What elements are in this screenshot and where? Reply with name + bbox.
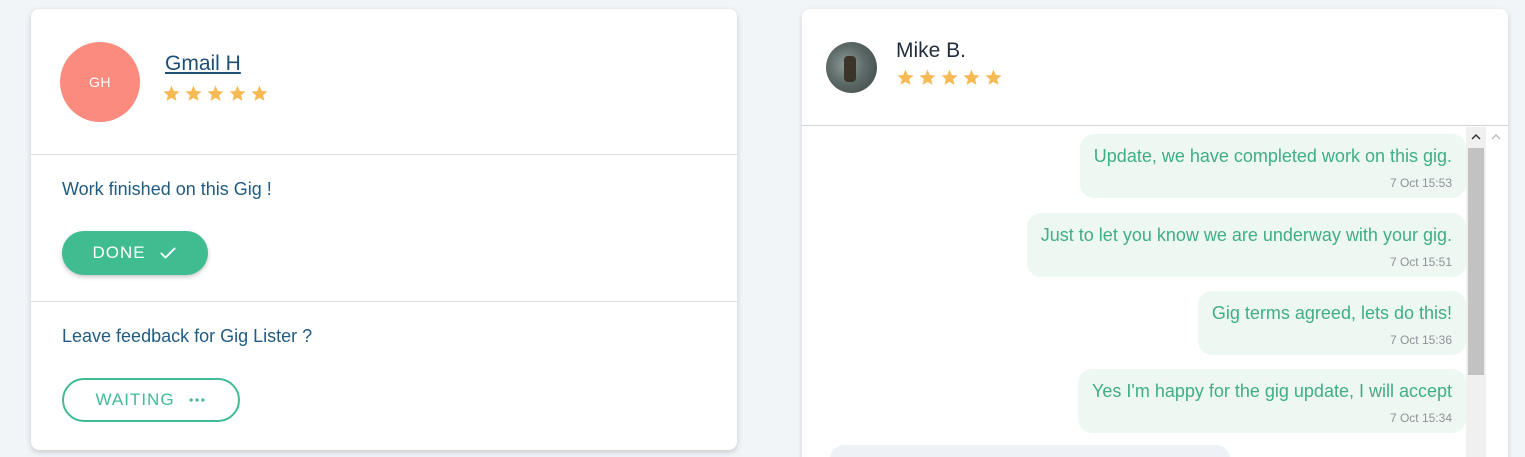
message-time: 7 Oct 15:51 (1389, 255, 1452, 269)
avatar: GH (60, 42, 140, 122)
rating-stars (896, 68, 1003, 87)
gig-status-card: GH Gmail H Work finished on this Gig ! D… (31, 9, 737, 450)
star-icon (897, 69, 914, 85)
star-icon (251, 85, 268, 101)
star-icon (229, 85, 246, 101)
done-label: DONE (92, 243, 146, 262)
message-bubble: Just to let you know we are underway wit… (1026, 213, 1466, 277)
done-button[interactable]: DONE (62, 231, 208, 275)
waiting-button[interactable]: WAITING (62, 378, 240, 422)
chat-header: Mike B. (802, 9, 1508, 126)
work-status-text: Work finished on this Gig ! (62, 179, 272, 199)
message-bubble: Gig terms agreed, lets do this! 7 Oct 15… (1197, 291, 1466, 355)
outer-scroll-up-arrow[interactable] (1486, 127, 1506, 147)
message-text: Update, we have completed work on this g… (1093, 146, 1452, 166)
message-text: Just to let you know we are underway wit… (1040, 225, 1452, 245)
star-icon (963, 69, 980, 85)
message-text: Yes I'm happy for the gig update, I will… (1092, 381, 1452, 401)
check-icon (159, 247, 176, 259)
scroll-thumb[interactable] (1468, 148, 1484, 375)
avatar (826, 42, 877, 93)
message-time: 7 Oct 15:53 (1389, 176, 1452, 190)
star-icon (185, 85, 202, 101)
work-status-section: Work finished on this Gig ! DONE (31, 156, 737, 302)
star-icon (985, 69, 1002, 85)
star-icon (163, 85, 180, 101)
scroll-up-arrow[interactable] (1466, 127, 1486, 147)
feedback-section: Leave feedback for Gig Lister ? WAITING (31, 303, 737, 450)
waiting-label: WAITING (95, 390, 175, 409)
message-bubble-incoming (830, 445, 1230, 457)
scrollbar[interactable] (1466, 127, 1486, 457)
chevron-up-icon (1471, 133, 1481, 140)
star-icon (941, 69, 958, 85)
star-icon (207, 85, 224, 101)
message-list[interactable]: Update, we have completed work on this g… (802, 127, 1466, 457)
profile-name-link[interactable]: Gmail H (165, 52, 241, 76)
chat-panel: Mike B. Update, we have completed work o… (802, 9, 1508, 457)
message-bubble: Update, we have completed work on this g… (1079, 134, 1466, 198)
star-icon (919, 69, 936, 85)
chat-contact-name: Mike B. (896, 39, 967, 62)
message-time: 7 Oct 15:36 (1389, 333, 1452, 347)
lister-profile: GH Gmail H (31, 9, 737, 155)
feedback-text: Leave feedback for Gig Lister ? (62, 326, 313, 346)
rating-stars (162, 84, 269, 103)
more-horizontal-icon (189, 398, 205, 402)
message-bubble: Yes I'm happy for the gig update, I will… (1078, 369, 1466, 433)
chevron-up-icon (1491, 134, 1501, 140)
message-text: Gig terms agreed, lets do this! (1211, 303, 1452, 323)
message-time: 7 Oct 15:34 (1389, 411, 1452, 425)
